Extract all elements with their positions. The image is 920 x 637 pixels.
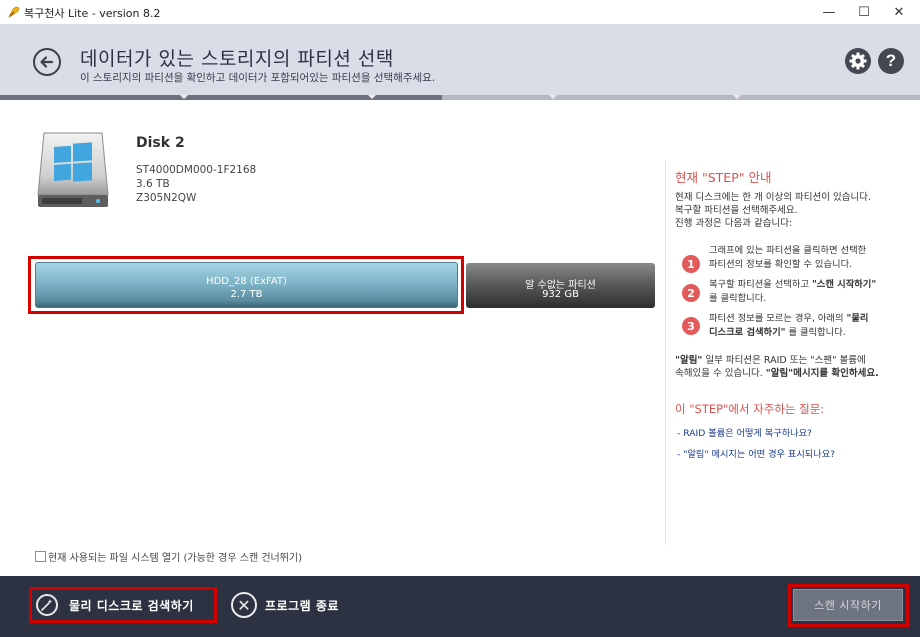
search-button-highlight bbox=[29, 587, 217, 623]
selected-partition-highlight bbox=[28, 256, 464, 314]
step-3-text: 파티션 정보를 모르는 경우, 아래의 "물리 디스크로 검색하기" 를 클릭합… bbox=[709, 313, 869, 338]
step-marker bbox=[368, 95, 376, 99]
step-1-text: 그래프에 있는 파티션을 클릭하면 선택한 파티션의 정보를 확인할 수 있습니… bbox=[709, 245, 867, 270]
partition-block-unknown[interactable]: 알 수없는 파티션 932 GB bbox=[466, 263, 655, 308]
page-title: 데이터가 있는 스토리지의 파티션 선택 bbox=[80, 48, 394, 70]
step-marker bbox=[733, 95, 741, 99]
guide-note: "알림" 일부 파티션은 RAID 또는 "스팬" 볼륨에 속해있을 수 있습니… bbox=[675, 355, 879, 379]
guide-intro-line: 복구할 파티션을 선택해주세요. bbox=[675, 205, 798, 216]
window-title: 복구천사 Lite - version 8.2 bbox=[24, 7, 161, 20]
guide-intro-line: 진행 과정은 다음과 같습니다: bbox=[675, 218, 793, 229]
disk-serial: Z305N2QW bbox=[136, 192, 197, 204]
start-scan-button[interactable]: 스캔 시작하기 bbox=[793, 589, 903, 621]
disk-model: ST4000DM000-1F2168 bbox=[136, 164, 257, 176]
step-number-badge: 3 bbox=[682, 317, 700, 335]
partition-size: 932 GB bbox=[542, 289, 579, 300]
hard-disk-icon bbox=[37, 132, 109, 207]
close-window-button[interactable]: ✕ bbox=[881, 0, 917, 24]
open-filesystem-label: 현재 사용되는 파일 시스템 열기 (가능한 경우 스캔 건너뛰기) bbox=[48, 553, 303, 564]
faq-title: 이 "STEP"에서 자주하는 질문: bbox=[675, 402, 825, 416]
step-number-badge: 1 bbox=[682, 255, 700, 273]
help-button[interactable]: ? bbox=[878, 48, 904, 74]
app-logo-icon bbox=[8, 6, 20, 19]
disk-name: Disk 2 bbox=[136, 135, 185, 151]
settings-button[interactable] bbox=[845, 48, 871, 74]
step-2-text: 복구할 파티션을 선택하고 "스캔 시작하기" 를 클릭합니다. bbox=[709, 279, 877, 304]
step-marker bbox=[549, 95, 557, 99]
back-arrow-icon bbox=[40, 56, 54, 68]
page-subtitle: 이 스토리지의 파티션을 확인하고 데이터가 포함되어있는 파티션을 선택해주세… bbox=[80, 72, 436, 84]
gear-icon bbox=[849, 52, 867, 70]
panel-divider bbox=[665, 160, 666, 545]
minimize-button[interactable]: — bbox=[811, 0, 847, 24]
open-filesystem-checkbox[interactable] bbox=[35, 551, 46, 562]
step-marker bbox=[180, 95, 188, 99]
back-button[interactable] bbox=[33, 48, 61, 76]
step-number-badge: 2 bbox=[682, 284, 700, 302]
guide-intro-line: 현재 디스크에는 한 개 이상의 파티션이 있습니다. bbox=[675, 192, 871, 203]
faq-link-raid[interactable]: - RAID 볼륨은 어떻게 복구하나요? bbox=[677, 425, 812, 439]
guide-title: 현재 "STEP" 안내 bbox=[675, 170, 772, 185]
disk-capacity: 3.6 TB bbox=[136, 178, 170, 190]
maximize-button[interactable]: ☐ bbox=[846, 0, 882, 24]
exit-program-label: 프로그램 종료 bbox=[265, 599, 339, 613]
faq-link-alert[interactable]: - "알림" 메시지는 어떤 경우 표시되나요? bbox=[677, 446, 835, 460]
close-icon: ✕ bbox=[231, 592, 257, 618]
question-icon: ? bbox=[885, 51, 897, 70]
